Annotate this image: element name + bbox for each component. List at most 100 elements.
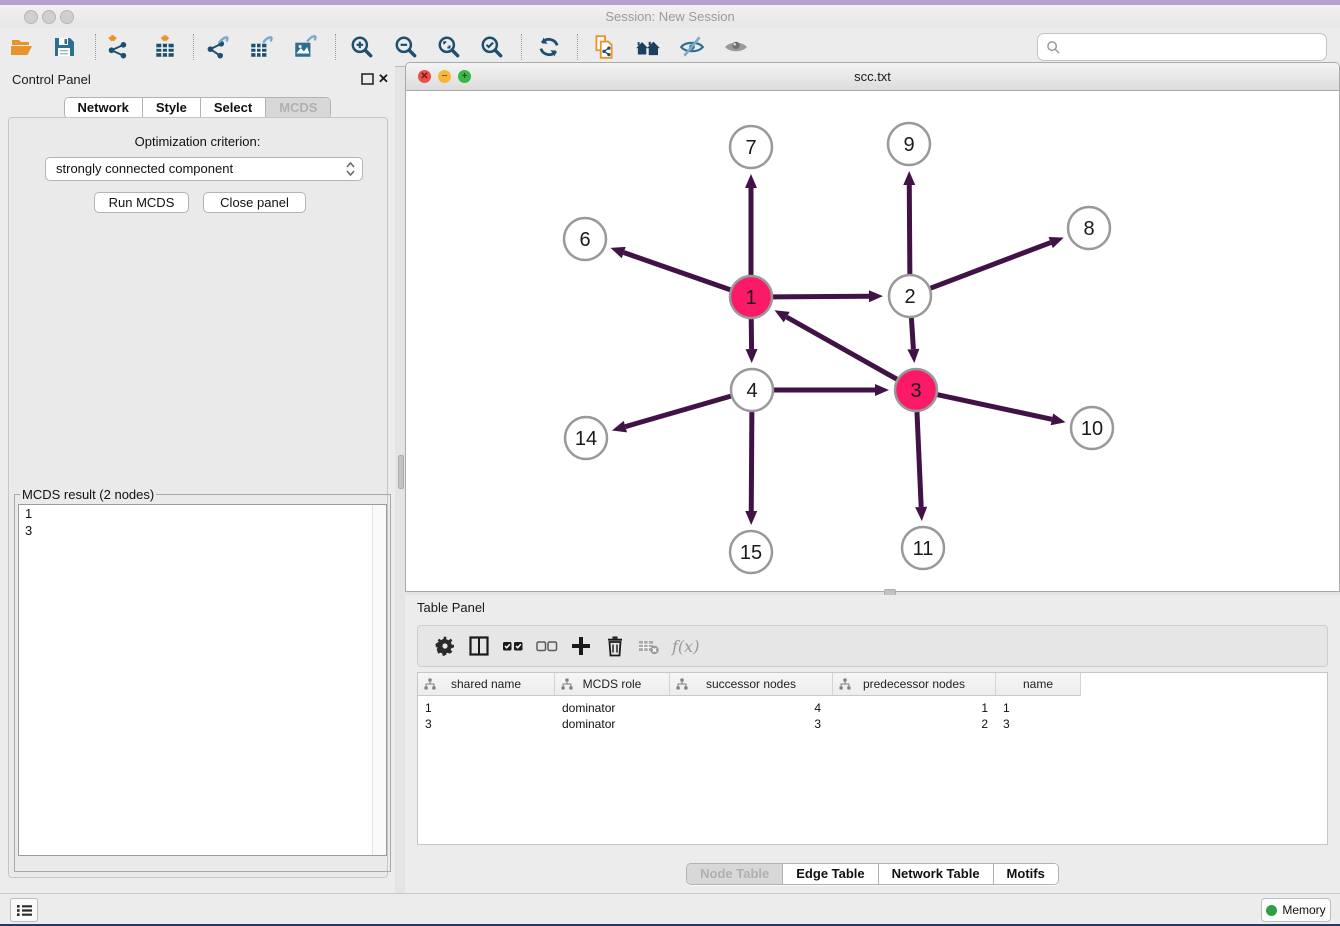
cell-name[interactable]: 3	[996, 716, 1081, 732]
optimization-select[interactable]: strongly connected component	[45, 157, 363, 181]
show-all-button[interactable]	[718, 32, 754, 62]
graph-node-14[interactable]: 14	[565, 417, 607, 459]
float-panel-icon[interactable]	[361, 73, 374, 85]
graph-edge-2-8[interactable]	[931, 237, 1064, 288]
export-image-button[interactable]	[287, 32, 323, 62]
network-window-titlebar: ✕ − + scc.txt	[406, 63, 1339, 91]
close-panel-button[interactable]: Close panel	[203, 192, 306, 213]
deselect-all-button[interactable]	[530, 630, 564, 662]
graph-edge-2-3[interactable]	[907, 318, 919, 363]
zoom-out-button[interactable]	[388, 32, 424, 62]
graph-edge-4-15[interactable]	[745, 412, 757, 525]
graph-node-8[interactable]: 8	[1068, 207, 1110, 249]
tab-style[interactable]: Style	[143, 98, 201, 118]
table-settings-button[interactable]	[428, 630, 462, 662]
close-network-button[interactable]: ✕	[418, 70, 431, 83]
open-session-button[interactable]	[4, 32, 40, 62]
column-layout-button[interactable]	[462, 630, 496, 662]
zoom-window-button[interactable]	[60, 10, 74, 24]
graph-node-4[interactable]: 4	[731, 369, 773, 411]
delete-table-button[interactable]	[632, 630, 666, 662]
column-label: shared name	[451, 677, 521, 691]
graph-node-3[interactable]: 3	[895, 369, 937, 411]
result-scrollbar[interactable]	[372, 505, 386, 855]
graph-edge-1-2[interactable]	[773, 290, 883, 302]
task-history-button[interactable]	[10, 898, 38, 922]
graph-node-9[interactable]: 9	[888, 123, 930, 165]
checked-boxes-icon	[501, 636, 525, 656]
graph-node-10[interactable]: 10	[1071, 407, 1113, 449]
table-panel: Table Panel ✕ f(x) shared name MCDS role…	[405, 595, 1340, 893]
column-header-mcds-role[interactable]: MCDS role	[555, 673, 670, 695]
table-row[interactable]: 1 dominator 4 1 1	[418, 700, 1327, 716]
column-header-predecessor-nodes[interactable]: predecessor nodes	[833, 673, 996, 695]
delete-column-button[interactable]	[598, 630, 632, 662]
memory-button[interactable]: Memory	[1261, 898, 1331, 922]
tab-select[interactable]: Select	[201, 98, 266, 118]
minimize-network-button[interactable]: −	[438, 70, 451, 83]
graph-node-7[interactable]: 7	[730, 126, 772, 168]
column-header-successor-nodes[interactable]: successor nodes	[670, 673, 833, 695]
import-network-button[interactable]	[100, 32, 136, 62]
graph-node-2[interactable]: 2	[889, 275, 931, 317]
search-input[interactable]	[1066, 36, 1326, 58]
hierarchy-icon	[839, 678, 851, 690]
tab-edge-table[interactable]: Edge Table	[783, 864, 878, 884]
minimize-window-button[interactable]	[42, 10, 56, 24]
save-session-button[interactable]	[46, 32, 82, 62]
graph-edge-2-9[interactable]	[903, 171, 915, 274]
cell-successor-nodes[interactable]: 4	[670, 700, 833, 716]
close-panel-icon[interactable]: ✕	[378, 73, 389, 85]
tab-network[interactable]: Network	[65, 98, 143, 118]
graph-edge-1-6[interactable]	[610, 247, 730, 290]
graph-edge-4-3[interactable]	[774, 384, 889, 396]
cell-predecessor-nodes[interactable]: 2	[833, 716, 996, 732]
close-window-button[interactable]	[24, 10, 38, 24]
table-row[interactable]: 3 dominator 3 2 3	[418, 716, 1327, 732]
export-table-button[interactable]	[243, 32, 279, 62]
graph-node-15[interactable]: 15	[730, 531, 772, 573]
mcds-result-item[interactable]: 3	[19, 522, 386, 539]
tab-motifs[interactable]: Motifs	[994, 864, 1058, 884]
network-canvas[interactable]: 7 9 6 8 1 2 4 3 14 10 15 11	[406, 90, 1339, 591]
zoom-selected-button[interactable]	[474, 32, 510, 62]
mcds-result-list[interactable]: 1 3	[18, 504, 387, 856]
graph-edge-3-10[interactable]	[938, 395, 1066, 426]
tab-network-table[interactable]: Network Table	[879, 864, 994, 884]
function-builder-button[interactable]: f(x)	[672, 637, 699, 656]
run-mcds-button[interactable]: Run MCDS	[94, 192, 189, 213]
zoom-in-button[interactable]	[344, 32, 380, 62]
hide-selected-button[interactable]	[674, 32, 710, 62]
clone-network-button[interactable]	[586, 32, 622, 62]
refresh-view-button[interactable]	[531, 32, 567, 62]
zoom-fit-button[interactable]	[431, 32, 467, 62]
cell-predecessor-nodes[interactable]: 1	[833, 700, 996, 716]
column-header-shared-name[interactable]: shared name	[418, 673, 555, 695]
graph-edge-4-14[interactable]	[612, 396, 731, 432]
maximize-network-button[interactable]: +	[458, 70, 471, 83]
cell-mcds-role[interactable]: dominator	[555, 716, 670, 732]
vertical-splitter-handle[interactable]	[398, 455, 404, 489]
select-all-button[interactable]	[496, 630, 530, 662]
mcds-result-item[interactable]: 1	[19, 505, 386, 522]
cell-shared-name[interactable]: 1	[418, 700, 555, 716]
graph-node-6[interactable]: 6	[564, 218, 606, 260]
graph-node-11[interactable]: 11	[902, 527, 944, 569]
graph-edge-1-4[interactable]	[746, 319, 758, 363]
graph-node-1[interactable]: 1	[730, 276, 772, 318]
add-column-button[interactable]	[564, 630, 598, 662]
control-panel-tabs: Network Style Select MCDS	[0, 97, 395, 119]
cell-shared-name[interactable]: 3	[418, 716, 555, 732]
cell-successor-nodes[interactable]: 3	[670, 716, 833, 732]
column-header-name[interactable]: name	[996, 673, 1081, 695]
tab-mcds[interactable]: MCDS	[266, 98, 330, 118]
import-table-button[interactable]	[147, 32, 183, 62]
tab-node-table[interactable]: Node Table	[687, 864, 783, 884]
graph-edge-1-7[interactable]	[745, 174, 757, 275]
export-network-button[interactable]	[200, 32, 236, 62]
graph-edge-3-1[interactable]	[775, 310, 897, 379]
cell-mcds-role[interactable]: dominator	[555, 700, 670, 716]
graph-edge-3-11[interactable]	[915, 412, 927, 521]
first-neighbors-button[interactable]	[630, 32, 666, 62]
cell-name[interactable]: 1	[996, 700, 1081, 716]
